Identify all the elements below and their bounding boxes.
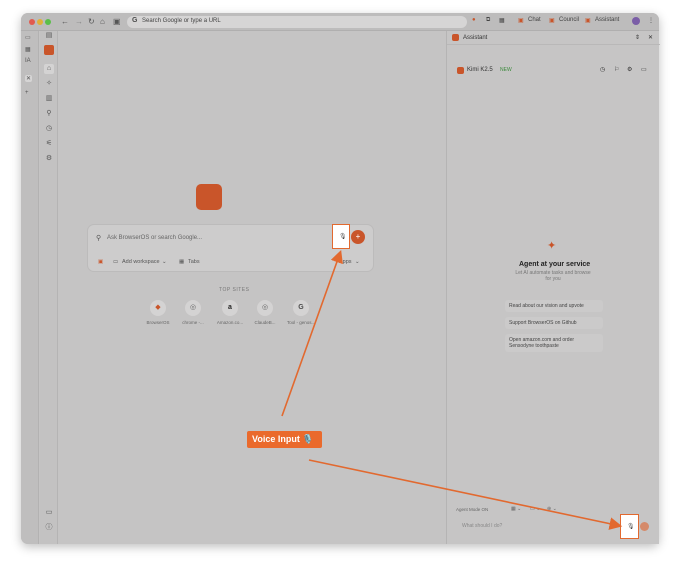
top-site-label: Amazon.co... <box>216 320 244 325</box>
top-site-tile[interactable]: ◆ BrowserOS <box>144 300 172 325</box>
apps-chevron-icon: ⌄ <box>355 259 360 265</box>
voice-input-button[interactable]: 🎙 <box>332 224 350 249</box>
search-input[interactable]: Ask BrowserOS or search Google... <box>107 235 202 241</box>
home-icon[interactable]: ⌂ <box>44 64 54 74</box>
sparkle-icon[interactable]: ✧ <box>44 79 54 89</box>
gear-icon[interactable]: ⚙ <box>627 66 632 73</box>
tabs-icon: ▦ <box>179 259 185 265</box>
maximize-window-button[interactable] <box>45 19 51 25</box>
model-selector[interactable]: Kimi K2.5 <box>467 67 493 73</box>
grid-icon[interactable]: ▦ <box>499 17 505 24</box>
top-site-tile[interactable]: ◎ ClaudeB... <box>251 300 279 325</box>
sparkle-icon: ✦ <box>547 240 557 252</box>
chevron-down-icon: ⌄ <box>162 259 167 265</box>
model-badge: NEW <box>500 67 512 73</box>
chrome-icon: ◎ <box>185 300 201 316</box>
calendar-icon[interactable]: ▥ <box>44 94 54 104</box>
top-site-label: chrome -... <box>182 320 204 325</box>
omnibox-placeholder: Search Google or type a URL <box>142 18 221 24</box>
agent-mode-toggle[interactable]: Agent Mode ON <box>456 507 488 512</box>
apps-button[interactable]: Apps <box>339 259 352 265</box>
amazon-icon: a <box>222 300 238 316</box>
suggestion-button[interactable]: Read about our vision and upvote <box>505 300 603 312</box>
assistant-logo-icon <box>452 34 459 41</box>
top-site-tile[interactable]: ◎ chrome -... <box>179 300 207 325</box>
text-icon[interactable]: IA <box>25 58 31 64</box>
sidebar-menu-icon[interactable]: ▤ <box>44 31 54 41</box>
close-window-button[interactable] <box>29 19 35 25</box>
top-site-tile[interactable]: a Amazon.co... <box>216 300 244 325</box>
voice-input-callout: Voice Input 🎙️ <box>247 431 322 448</box>
close-icon[interactable]: ✕ <box>648 34 653 41</box>
help-icon[interactable]: ⓘ <box>44 523 54 533</box>
gear-icon[interactable]: ⚙ <box>44 154 54 164</box>
title-bar: ← → ↻ ⌂ ▣ G Search Google or type a URL … <box>21 13 659 31</box>
agent-subheading: Let AI automate tasks and browse for you <box>515 270 591 282</box>
folder-icon[interactable]: ▭ ⌄ <box>530 506 540 512</box>
folder-icon: ▭ <box>113 259 119 265</box>
send-button[interactable]: + <box>351 230 365 244</box>
browseros-icon: ◆ <box>150 300 166 316</box>
assistant-panel-header: Assistant ⇕ ✕ <box>447 31 660 45</box>
browseros-logo-icon[interactable] <box>44 45 54 55</box>
chat-icon: ▣ <box>518 18 524 24</box>
bookmark-icon[interactable]: ▭ <box>44 508 54 518</box>
add-workspace-button[interactable]: Add workspace <box>122 259 160 265</box>
model-logo-icon <box>457 67 464 74</box>
google-icon: G <box>132 17 138 24</box>
attach-icon[interactable]: ⊕ ⌄ <box>547 506 557 512</box>
forward-icon[interactable]: → <box>75 17 83 26</box>
assistant-panel: Assistant ⇕ ✕ Kimi K2.5 NEW ◷ ⚐ ⚙ ▭ ✦ Ag… <box>446 31 660 544</box>
top-site-label: BrowserOS <box>146 320 170 325</box>
google-icon: G <box>293 300 309 316</box>
home-icon[interactable]: ⌂ <box>100 17 105 26</box>
history-icon[interactable]: ◷ <box>44 124 54 134</box>
council-button[interactable]: Council <box>559 17 579 23</box>
tabs-button[interactable]: Tabs <box>188 259 200 265</box>
history-icon[interactable]: ◷ <box>600 66 605 73</box>
assistant-send-button[interactable] <box>640 522 649 531</box>
chat-button[interactable]: Chat <box>528 17 541 23</box>
close-tab-icon[interactable]: ✕ <box>25 75 33 82</box>
assistant-voice-input-button[interactable]: 🎙 <box>620 514 639 539</box>
suggestion-button[interactable]: Support BrowserOS on Github <box>505 317 603 329</box>
agent-heading: Agent at your service <box>519 261 591 268</box>
avatar[interactable] <box>632 17 640 25</box>
menu-icon[interactable]: ⋮ <box>648 17 654 24</box>
microphone-icon: 🎙 <box>627 524 635 530</box>
browseros-mini-icon: ▣ <box>98 259 104 265</box>
app-nav-rail: ▤ ⌂ ✧ ▥ ⚲ ◷ ⚟ ⚙ ▭ ⓘ <box>40 31 58 544</box>
assistant-input[interactable]: What should I do? <box>462 523 502 529</box>
top-site-label: ClaudeB... <box>254 320 276 325</box>
claude-icon: ◎ <box>257 300 273 316</box>
extensions-icon[interactable]: ⧉ <box>486 17 490 24</box>
assistant-icon: ▣ <box>585 18 591 24</box>
back-icon[interactable]: ← <box>61 17 69 26</box>
magic-wand-icon[interactable]: ⚲ <box>44 109 54 119</box>
search-icon: ⚲ <box>96 235 102 242</box>
monitor-icon[interactable]: ▭ <box>641 66 647 73</box>
bookmark-icon[interactable]: ⚐ <box>614 66 619 73</box>
record-icon[interactable]: ● <box>472 17 476 23</box>
browseros-big-logo <box>196 184 222 210</box>
apps-grid-icon[interactable]: ▦ <box>25 46 31 53</box>
tab-icon[interactable]: ▭ <box>25 34 31 41</box>
top-site-label: Tool - genos... <box>287 320 316 325</box>
tabs-selector-icon[interactable]: ▦ ⌄ <box>511 506 521 512</box>
plug-icon[interactable]: ⚟ <box>44 139 54 149</box>
assistant-button[interactable]: Assistant <box>595 17 619 23</box>
microphone-icon: 🎙 <box>339 234 347 240</box>
pin-icon[interactable]: ⇕ <box>635 34 640 41</box>
assistant-title: Assistant <box>463 35 488 41</box>
minimize-window-button[interactable] <box>37 19 43 25</box>
vertical-tabs-strip: ▭ ▦ IA ✕ + <box>21 31 39 544</box>
sidebar-toggle-icon[interactable]: ▣ <box>113 17 121 26</box>
omnibox[interactable]: G Search Google or type a URL <box>127 16 467 28</box>
council-icon: ▣ <box>549 18 555 24</box>
new-tab-icon[interactable]: + <box>25 90 29 96</box>
suggestion-button[interactable]: Open amazon.com and order Sensodyne toot… <box>505 334 603 352</box>
reload-icon[interactable]: ↻ <box>88 17 95 26</box>
top-site-tile[interactable]: G Tool - genos... <box>287 300 315 325</box>
top-sites-title: TOP SITES <box>219 287 250 293</box>
